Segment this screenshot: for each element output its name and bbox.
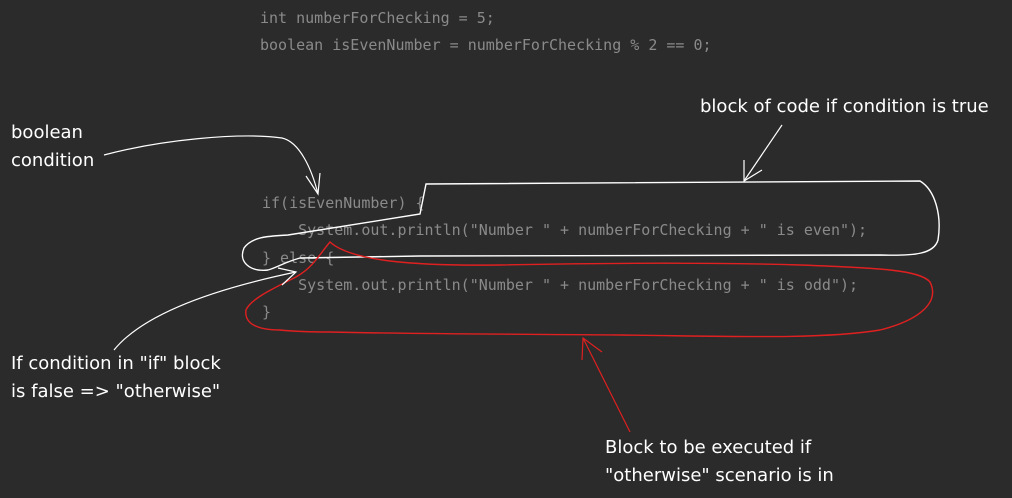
true-block-outline	[241, 180, 940, 271]
else-arrow	[113, 271, 297, 351]
else-note-label: If condition in "if" block is false => "…	[11, 353, 221, 402]
boolean-condition-label: boolean condition	[11, 122, 95, 171]
annotation-drawing	[103, 124, 940, 433]
condition-arrow	[103, 135, 319, 195]
true-block-label: block of code if condition is true	[700, 96, 989, 117]
true-arrow	[743, 124, 783, 182]
otherwise-block-label: Block to be executed if "otherwise" scen…	[605, 437, 834, 486]
else-arrowhead	[277, 267, 298, 286]
otherwise-arrow	[582, 337, 631, 433]
